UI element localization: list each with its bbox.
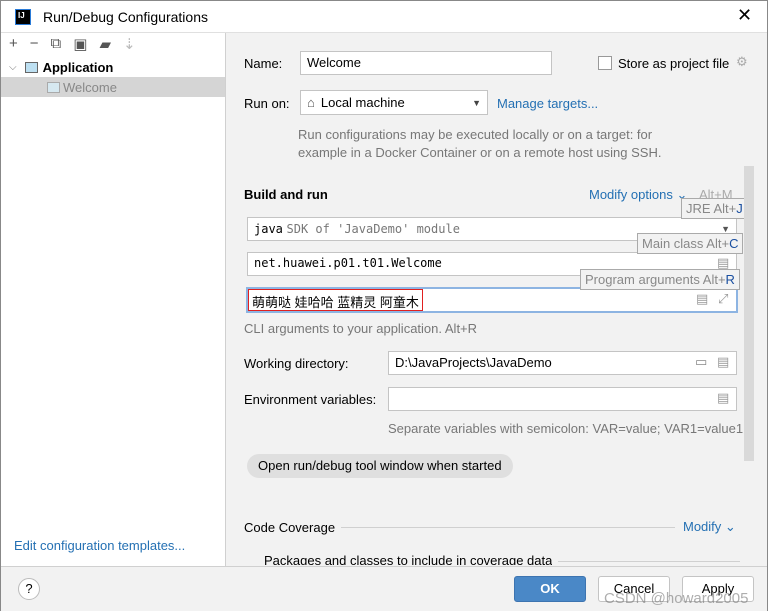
tooltip-jre: JRE Alt+J bbox=[681, 198, 748, 219]
edit-templates-link[interactable]: Edit configuration templates... bbox=[14, 538, 185, 553]
copy-icon[interactable]: ⧉ bbox=[51, 35, 62, 57]
divider bbox=[558, 561, 740, 562]
help-button[interactable]: ? bbox=[18, 578, 40, 600]
tree-group-label: Application bbox=[42, 59, 114, 75]
modify-options-link[interactable]: Modify options ⌄ bbox=[589, 187, 687, 203]
close-icon[interactable]: ✕ bbox=[737, 5, 752, 26]
divider bbox=[341, 527, 675, 528]
run-on-hint: Run configurations may be executed local… bbox=[298, 127, 662, 160]
expand-text-icon[interactable]: ▤ bbox=[696, 291, 708, 307]
name-input[interactable]: Welcome bbox=[300, 51, 552, 75]
title-bar: IJ Run/Debug Configurations ✕ bbox=[1, 1, 767, 33]
jre-description: SDK of 'JavaDemo' module bbox=[286, 222, 460, 236]
home-icon: ⌂ bbox=[307, 95, 315, 110]
tree-item-label: Welcome bbox=[63, 79, 117, 95]
run-on-select[interactable]: ⌂ Local machine ▼ bbox=[300, 90, 488, 115]
application-icon bbox=[47, 81, 60, 93]
minus-icon[interactable]: − bbox=[30, 35, 39, 57]
code-coverage-heading: Code Coverage bbox=[244, 520, 336, 535]
config-tree-panel: + − ⧉ ▣ ▰ ⇣ ⌵ Application Welcome Edit c… bbox=[1, 33, 226, 566]
program-arguments-input[interactable]: 萌萌哒 娃哈哈 蓝精灵 阿童木 ▤ ⤢ bbox=[246, 287, 738, 313]
tooltip-main-class: Main class Alt+C bbox=[637, 233, 744, 254]
folder-add-icon[interactable]: ▰ bbox=[99, 35, 111, 57]
application-icon bbox=[24, 61, 38, 73]
window-title: Run/Debug Configurations bbox=[43, 9, 208, 25]
modify-link[interactable]: Modify ⌄ bbox=[683, 519, 736, 535]
workdir-label: Working directory: bbox=[244, 356, 349, 371]
run-on-label: Run on: bbox=[244, 96, 290, 111]
env-input[interactable] bbox=[388, 387, 737, 411]
store-label[interactable]: Store as project file bbox=[618, 56, 729, 71]
browse-icon[interactable]: ▤ bbox=[717, 354, 729, 370]
env-hint: Separate variables with semicolon: VAR=v… bbox=[388, 421, 744, 436]
gear-icon[interactable]: ⚙ bbox=[736, 54, 748, 70]
tree-item-welcome[interactable]: Welcome bbox=[1, 77, 225, 97]
sort-icon[interactable]: ⇣ bbox=[123, 35, 136, 57]
build-run-heading: Build and run bbox=[244, 187, 328, 202]
dropdown-arrow-icon: ▼ bbox=[472, 97, 481, 108]
tree-toolbar: + − ⧉ ▣ ▰ ⇣ bbox=[9, 35, 136, 57]
run-debug-dialog: IJ Run/Debug Configurations ✕ + − ⧉ ▣ ▰ … bbox=[0, 0, 768, 611]
jre-value: java bbox=[254, 222, 283, 236]
tree-group-application[interactable]: ⌵ Application bbox=[1, 57, 225, 77]
footer: ? OK Cancel Apply CSDN @howard2005 bbox=[1, 566, 767, 611]
program-arguments-value: 萌萌哒 娃哈哈 蓝精灵 阿童木 bbox=[248, 289, 423, 311]
store-checkbox[interactable] bbox=[598, 56, 612, 70]
run-on-value: Local machine bbox=[320, 95, 405, 110]
folder-icon[interactable]: ▭ bbox=[695, 354, 707, 370]
watermark: CSDN @howard2005 bbox=[604, 590, 749, 607]
tooltip-program-arguments: Program arguments Alt+R bbox=[580, 269, 740, 290]
ok-button[interactable]: OK bbox=[514, 576, 586, 602]
intellij-logo: IJ bbox=[15, 9, 31, 25]
name-label: Name: bbox=[244, 56, 283, 71]
plus-icon[interactable]: + bbox=[9, 35, 18, 57]
args-hint: CLI arguments to your application. Alt+R bbox=[244, 321, 478, 336]
packages-heading: Packages and classes to include in cover… bbox=[264, 553, 553, 565]
save-icon[interactable]: ▣ bbox=[73, 35, 87, 57]
browse-icon[interactable]: ▤ bbox=[717, 390, 729, 406]
maximize-icon[interactable]: ⤢ bbox=[718, 291, 728, 307]
open-tool-window-chip[interactable]: Open run/debug tool window when started bbox=[247, 454, 513, 478]
env-label: Environment variables: bbox=[244, 392, 377, 407]
workdir-input[interactable]: D:\JavaProjects\JavaDemo bbox=[388, 351, 737, 375]
scrollbar[interactable] bbox=[744, 166, 754, 461]
manage-targets-link[interactable]: Manage targets... bbox=[497, 96, 598, 111]
chevron-down-icon[interactable]: ⌵ bbox=[9, 62, 17, 73]
